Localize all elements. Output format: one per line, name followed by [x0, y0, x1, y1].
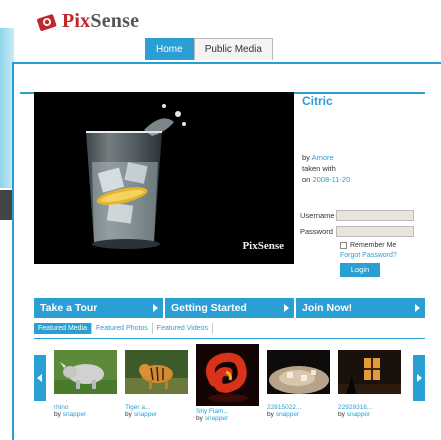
thumbnail-author-link[interactable]: snapper: [347, 411, 371, 418]
take-a-tour-button[interactable]: Take a Tour: [34, 298, 163, 318]
carousel-prev-button[interactable]: [34, 355, 46, 401]
by-label: by: [54, 411, 61, 418]
password-row: Password: [300, 226, 424, 237]
date-link[interactable]: 2008-11-20: [312, 175, 350, 184]
password-label: Password: [300, 227, 333, 236]
thumbnail-title[interactable]: Shy Flam...: [196, 408, 259, 415]
window-thumbnail[interactable]: [338, 350, 401, 394]
featured-meta: by Amore taken with on 2008-11-20: [302, 152, 350, 185]
login-form: Username Password Remember Me Forgot Pas…: [300, 210, 424, 277]
featured-photo[interactable]: PixSense: [34, 92, 294, 264]
chevron-left-icon: [37, 374, 42, 382]
featured-title[interactable]: Citric: [302, 94, 424, 108]
carousel-item[interactable]: Tiger a... by snapper: [125, 350, 188, 422]
taken-with-line: taken with: [302, 164, 336, 173]
tab-featured-photos[interactable]: Featured Photos: [92, 323, 153, 334]
tab-home[interactable]: Home: [145, 38, 194, 60]
thumbnail-author-line: by snapper: [196, 415, 259, 422]
logo-text: PixSense: [62, 10, 139, 33]
take-a-tour-label: Take a Tour: [40, 302, 98, 314]
thumbnail-author-link[interactable]: snapper: [63, 411, 87, 418]
dice-thumbnail[interactable]: [267, 350, 330, 394]
username-input[interactable]: [336, 210, 414, 221]
carousel-item[interactable]: 22929316... by snapper: [338, 350, 401, 422]
thumbnail-title[interactable]: rhino: [54, 404, 117, 411]
thumbnail-author-link[interactable]: snapper: [205, 415, 229, 422]
forgot-password-link[interactable]: Forgot Password?: [340, 252, 424, 259]
shy-flamingo-thumbnail[interactable]: [196, 344, 259, 406]
thumbnail-author-link[interactable]: snapper: [134, 411, 158, 418]
by-label: by: [267, 411, 274, 418]
carousel-item[interactable]: 22815022... by snapper: [267, 350, 330, 422]
glass-with-lemon-image: [34, 92, 294, 264]
photo-watermark: PixSense: [242, 240, 284, 252]
by-label: by: [196, 415, 203, 422]
thumbnail-author-line: by snapper: [54, 411, 117, 418]
media-carousel: rhino by snapper Tiger a... by snapper S…: [54, 344, 401, 422]
getting-started-button[interactable]: Getting Started: [165, 298, 294, 318]
remember-me-checkbox[interactable]: [340, 242, 347, 249]
remember-me: Remember Me: [340, 242, 424, 249]
arrow-right-icon: [153, 304, 158, 312]
tab-featured-media[interactable]: Featured Media: [34, 323, 93, 334]
tab-public-media[interactable]: Public Media: [193, 38, 273, 60]
tiger-thumbnail[interactable]: [125, 350, 188, 394]
thumbnail-author-link[interactable]: snapper: [276, 411, 300, 418]
carousel-item[interactable]: Shy Flam... by snapper: [196, 344, 259, 422]
media-tabs: Featured Media Featured Photos Featured …: [34, 323, 214, 334]
logo-mark-icon: [36, 11, 58, 33]
thumbnail-author-line: by snapper: [267, 411, 330, 418]
by-label: by: [338, 411, 345, 418]
join-now-button[interactable]: Join Now!: [296, 298, 425, 318]
arrow-right-icon: [415, 304, 420, 312]
logo-text-first: Pix: [62, 10, 91, 32]
thumbnail-title[interactable]: Tiger a...: [125, 404, 188, 411]
cta-bar: Take a Tour Getting Started Join Now!: [34, 298, 425, 318]
chevron-right-icon: [417, 374, 422, 382]
carousel-item[interactable]: rhino by snapper: [54, 350, 117, 422]
author-link[interactable]: Amore: [312, 153, 334, 162]
background-strip: [0, 190, 12, 220]
remember-me-label: Remember Me: [350, 242, 397, 249]
date-line: on 2008-11-20: [302, 174, 350, 185]
by-label: by: [125, 411, 132, 418]
featured-info: Citric: [302, 94, 424, 108]
carousel-next-button[interactable]: [413, 355, 425, 401]
by-label: by: [302, 153, 310, 162]
arrow-right-icon: [284, 304, 289, 312]
thumbnail-author-line: by snapper: [338, 411, 401, 418]
password-input[interactable]: [336, 226, 414, 237]
featured-author-line: by Amore: [302, 152, 350, 163]
main-nav-tabs: Home Public Media: [145, 38, 273, 60]
tab-featured-videos[interactable]: Featured Videos: [153, 323, 214, 334]
login-button[interactable]: Login: [340, 263, 380, 277]
thumbnail-author-line: by snapper: [125, 411, 188, 418]
rhino-thumbnail[interactable]: [54, 350, 117, 394]
username-row: Username: [300, 210, 424, 221]
pixsense-logo[interactable]: PixSense: [36, 10, 139, 33]
join-now-label: Join Now!: [302, 302, 353, 314]
thumbnail-title[interactable]: 22929316...: [338, 404, 401, 411]
logo-text-rest: Sense: [90, 10, 140, 32]
on-label: on: [302, 175, 311, 184]
media-tabs-rule: [34, 338, 425, 339]
getting-started-label: Getting Started: [171, 302, 247, 314]
username-label: Username: [300, 211, 335, 220]
thumbnail-title[interactable]: 22815022...: [267, 404, 330, 411]
